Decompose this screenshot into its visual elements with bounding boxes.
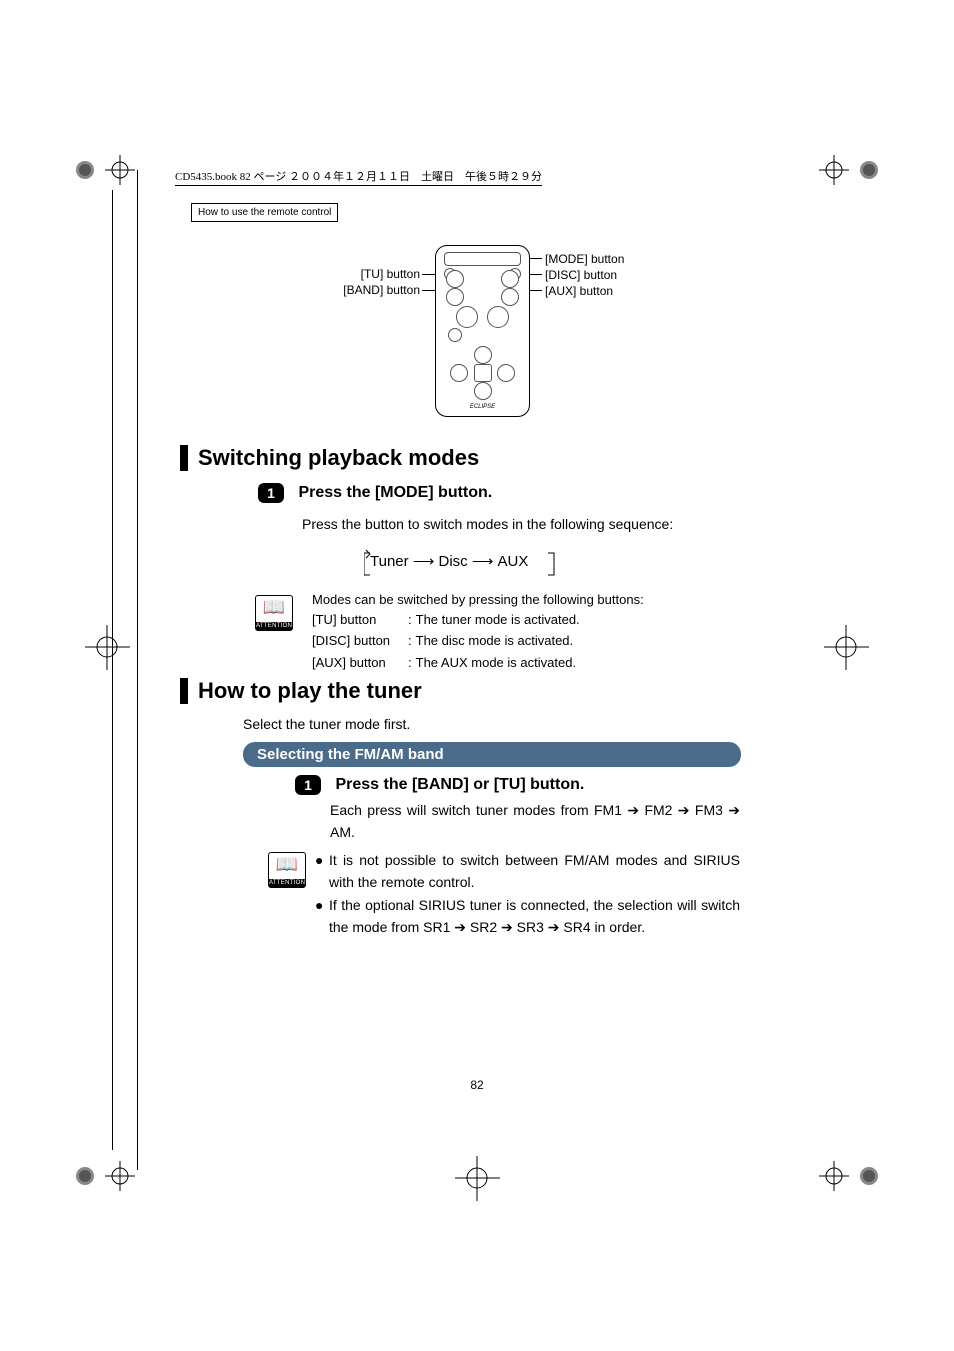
remote-body: ECLIPSE: [435, 245, 530, 417]
remote-vol-up: [487, 306, 509, 328]
step2-row: 1 Press the [BAND] or [TU] button.: [295, 775, 584, 795]
step-badge-2: 1: [295, 775, 321, 795]
page-number: 82: [0, 1078, 954, 1092]
attention-block-2: 📖 ATTENTION: [268, 852, 306, 888]
mode-table: [TU] button : The tuner mode is activate…: [312, 610, 584, 675]
section2-intro: Select the tuner mode first.: [243, 714, 410, 735]
bullet-text: If the optional SIRIUS tuner is connecte…: [329, 895, 740, 938]
mode-row: [TU] button : The tuner mode is activate…: [312, 610, 584, 632]
frame-left-2: [137, 170, 138, 1170]
subsection-pill: Selecting the FM/AM band: [243, 742, 741, 767]
remote-illustration: [TU] button [BAND] button [MODE] button …: [350, 240, 640, 430]
callout-band: [BAND] button: [280, 283, 420, 297]
mode-row: [DISC] button : The disc mode is activat…: [312, 631, 584, 653]
attention-label: ATTENTION: [269, 879, 305, 887]
step1-title: Press the [MODE] button.: [298, 484, 492, 501]
chapter-tab: How to use the remote control: [191, 203, 338, 222]
crop-bottom-right: [819, 1146, 879, 1211]
attention-text-2: ● It is not possible to switch between F…: [315, 850, 740, 941]
crop-bottom-left: [75, 1146, 135, 1211]
bullet-row: ● If the optional SIRIUS tuner is connec…: [315, 895, 740, 938]
crop-mid-right: [824, 625, 869, 675]
meta-header: CD5435.book 82 ページ ２００４年１２月１１日 土曜日 午後５時２…: [175, 168, 542, 184]
attention-icon: 📖 ATTENTION: [255, 595, 293, 631]
attention-label: ATTENTION: [256, 622, 292, 630]
remote-disc-btn: [501, 270, 519, 288]
callout-disc: [DISC] button: [545, 268, 617, 282]
remote-band-btn: [446, 288, 464, 306]
sequence-diagram: Tuner ⟶ Disc ⟶ AUX: [370, 552, 528, 570]
step1-row: 1 Press the [MODE] button.: [258, 483, 492, 503]
remote-vol-down: [456, 306, 478, 328]
crop-mid-left: [85, 625, 130, 675]
remote-mute: [448, 328, 462, 342]
remote-brand: ECLIPSE: [436, 404, 529, 410]
book-icon: 📖: [256, 596, 292, 618]
bullet-row: ● It is not possible to switch between F…: [315, 850, 740, 893]
remote-nav-down: [474, 382, 492, 400]
crop-mid-bottom: [455, 1156, 500, 1206]
remote-nav-right: [497, 364, 515, 382]
bullet-dot: ●: [315, 850, 329, 893]
attn-intro: Modes can be switched by pressing the fo…: [312, 590, 644, 610]
remote-aux-btn: [501, 288, 519, 306]
remote-tu-btn: [446, 270, 464, 288]
step2-title: Press the [BAND] or [TU] button.: [335, 776, 584, 793]
step-badge-1: 1: [258, 483, 284, 503]
attention-icon: 📖 ATTENTION: [268, 852, 306, 888]
step2-body: Each press will switch tuner modes from …: [330, 800, 740, 843]
remote-ir-window: [444, 252, 521, 266]
frame-left: [112, 190, 113, 1150]
step1-intro: Press the button to switch modes in the …: [302, 514, 673, 535]
attention-block-1: 📖 ATTENTION: [255, 595, 293, 631]
section-tuner-heading: How to play the tuner: [180, 678, 422, 704]
remote-nav-left: [450, 364, 468, 382]
section-switching-heading: Switching playback modes: [180, 445, 479, 471]
book-icon: 📖: [269, 853, 305, 875]
mode-row: [AUX] button : The AUX mode is activated…: [312, 653, 584, 675]
attention-text-1: Modes can be switched by pressing the fo…: [312, 590, 644, 674]
bullet-text: It is not possible to switch between FM/…: [329, 850, 740, 893]
crop-top-right: [819, 140, 879, 205]
remote-nav-up: [474, 346, 492, 364]
crop-top-left: [75, 140, 135, 205]
remote-nav-center: [474, 364, 492, 382]
callout-aux: [AUX] button: [545, 284, 613, 298]
callout-tu: [TU] button: [280, 267, 420, 281]
bullet-dot: ●: [315, 895, 329, 938]
callout-mode: [MODE] button: [545, 252, 624, 266]
